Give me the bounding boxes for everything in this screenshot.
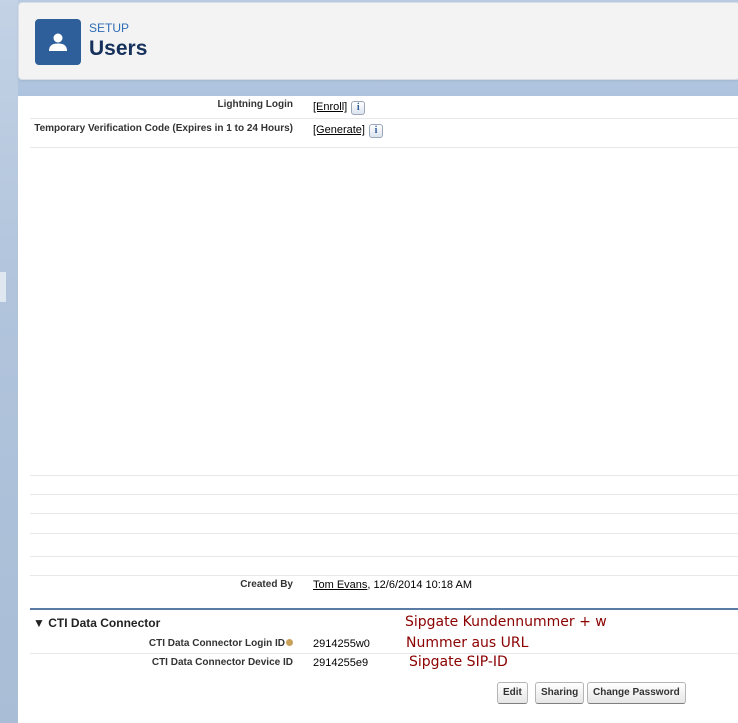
change-password-button[interactable]: Change Password xyxy=(587,682,686,704)
left-background-highlight xyxy=(0,272,6,302)
info-icon[interactable]: i xyxy=(368,124,383,138)
annotation-customer-number: Sipgate Kundennummer + w xyxy=(405,614,607,630)
user-icon xyxy=(35,19,81,65)
temp-code-label: Temporary Verification Code (Expires in … xyxy=(34,123,293,134)
page-title: Users xyxy=(89,37,148,60)
user-detail-panel: Lightning Login [Enroll] i Temporary Veri… xyxy=(18,96,738,723)
row-divider xyxy=(30,513,738,514)
cti-device-id-label: CTI Data Connector Device ID xyxy=(151,657,293,668)
row-divider xyxy=(30,556,738,557)
row-divider xyxy=(30,118,738,119)
cti-login-id-label: CTI Data Connector Login ID xyxy=(23,638,293,649)
cti-section-header[interactable]: ▼ CTI Data Connector xyxy=(30,608,738,630)
cti-device-id-value: 2914255e9 xyxy=(313,657,369,669)
collapse-triangle-icon: ▼ xyxy=(33,616,45,630)
lightning-login-value: [Enroll] i xyxy=(313,101,366,115)
row-divider xyxy=(30,533,738,534)
row-divider xyxy=(30,494,738,495)
row-divider xyxy=(30,147,738,148)
lightning-login-label: Lightning Login xyxy=(217,99,293,110)
sharing-button[interactable]: Sharing xyxy=(535,682,585,704)
temp-code-value: [Generate] i xyxy=(313,124,383,138)
cti-login-id-value: 2914255w0 xyxy=(313,638,370,650)
left-background xyxy=(0,0,18,723)
annotation-url-number: Nummer aus URL xyxy=(406,635,529,651)
created-by-label: Created By xyxy=(240,579,293,590)
info-icon[interactable]: i xyxy=(351,101,366,115)
help-icon[interactable] xyxy=(286,638,293,646)
created-by-value: Tom Evans, 12/6/2014 10:18 AM xyxy=(313,579,472,591)
edit-button[interactable]: Edit xyxy=(497,682,528,704)
header-section-label: SETUP xyxy=(89,21,130,35)
row-divider xyxy=(30,475,738,476)
created-by-user-link[interactable]: Tom Evans xyxy=(313,579,367,591)
page-header: SETUP Users xyxy=(18,2,738,80)
created-by-date: , 12/6/2014 10:18 AM xyxy=(367,579,473,591)
enroll-link[interactable]: [Enroll] xyxy=(313,101,347,113)
row-divider xyxy=(30,653,738,654)
annotation-sip-id: Sipgate SIP-ID xyxy=(409,654,508,670)
cti-section-title: ▼ CTI Data Connector xyxy=(33,616,161,630)
row-divider xyxy=(30,575,738,576)
generate-link[interactable]: [Generate] xyxy=(313,124,365,136)
